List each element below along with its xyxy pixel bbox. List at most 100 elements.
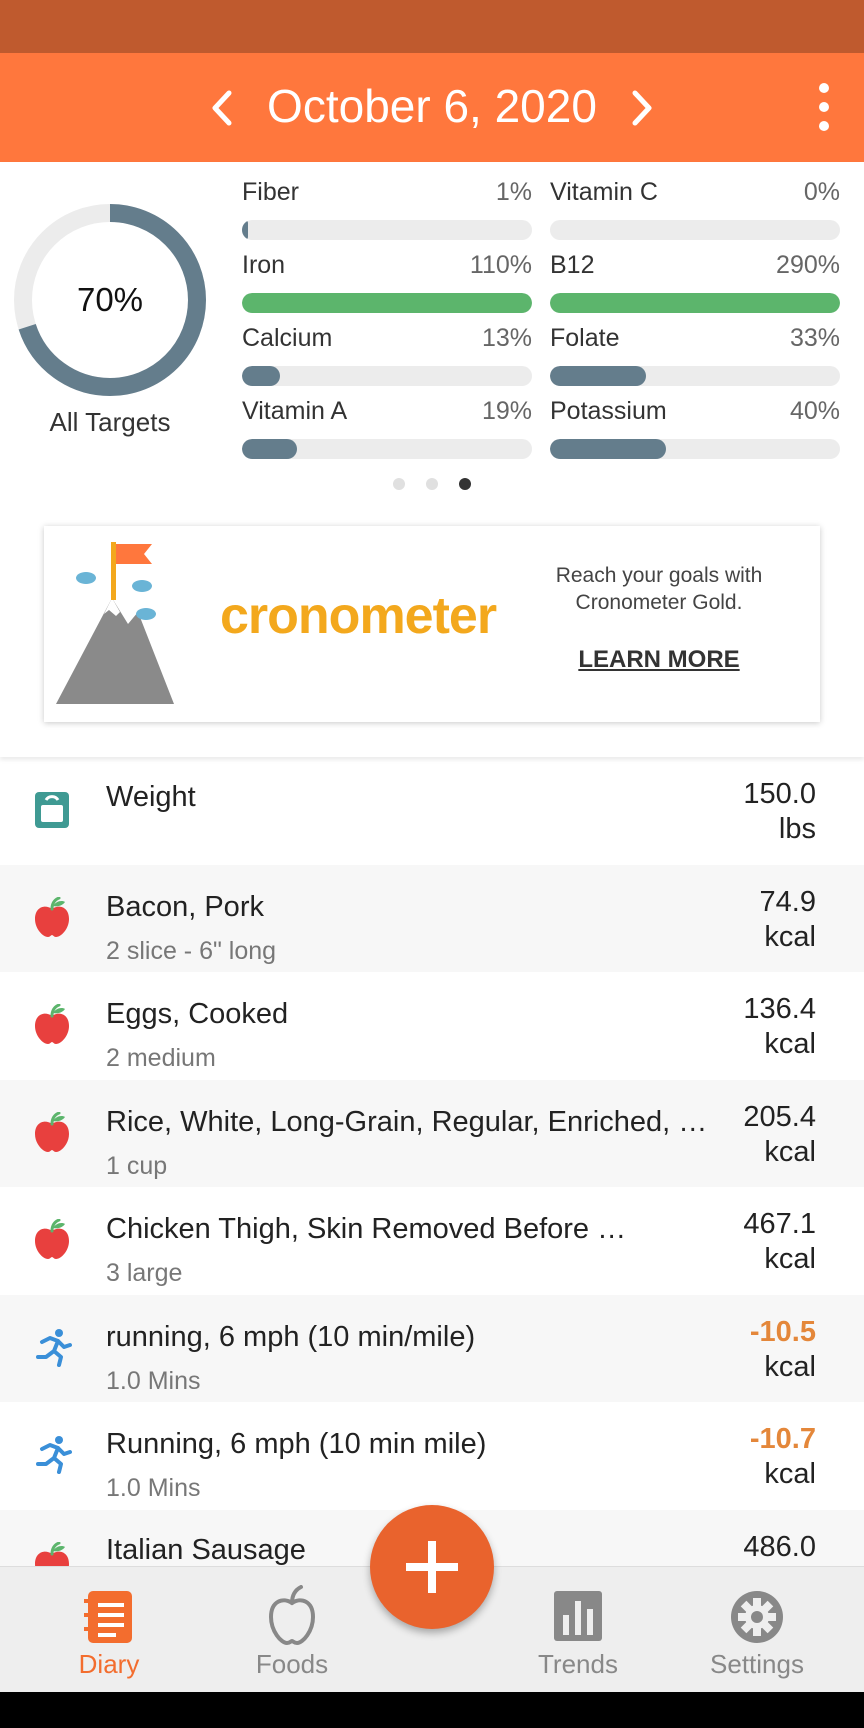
entry-number: -10.5 — [749, 1315, 816, 1348]
nutrient-percent: 13% — [481, 324, 532, 352]
entry-unit: kcal — [764, 1350, 816, 1383]
nutrient-b12: B12 290% — [550, 251, 840, 323]
runner-icon — [32, 1434, 72, 1474]
targets-percent: 70% — [76, 281, 144, 318]
entry-number: 74.9 — [759, 885, 816, 918]
nutrient-calcium: Calcium 13% — [242, 324, 532, 396]
entry-amount: 3 large — [106, 1259, 183, 1287]
add-entry-button[interactable] — [370, 1505, 494, 1629]
nutrient-bar — [550, 439, 840, 459]
apple-icon — [32, 896, 72, 937]
ad-tagline: Reach your goals with Cronometer Gold. — [555, 564, 763, 614]
nutrient-percent: 33% — [789, 324, 840, 352]
more-vertical-icon[interactable] — [812, 83, 836, 131]
entry-amount: 1.0 Mins — [106, 1366, 201, 1395]
entry-value: -10.5 kcal — [750, 1315, 816, 1385]
nutrient-bar — [550, 366, 840, 386]
previous-day-button[interactable] — [192, 53, 252, 162]
entry-number: 136.4 — [743, 993, 816, 1025]
nutrient-percent: 110% — [469, 251, 532, 279]
nutrient-name: B12 — [550, 251, 595, 279]
entry-title: Rice, White, Long-Grain, Regular, Enrich… — [106, 1105, 706, 1138]
entry-value: 467.1 kcal — [743, 1207, 816, 1277]
chevron-left-icon — [212, 90, 232, 125]
nutrient-name: Calcium — [242, 324, 333, 352]
entry-title: running, 6 mph (10 min/mile) — [106, 1320, 476, 1353]
nutrient-bar-fill — [550, 439, 666, 459]
nutrient-bar-fill — [242, 220, 248, 240]
nutrient-bar-fill — [550, 366, 646, 386]
mountain-flag-illustration — [56, 542, 174, 704]
nutrient-percent: 19% — [481, 397, 532, 425]
entry-unit: kcal — [764, 1028, 816, 1060]
nutrient-percent: 40% — [789, 397, 840, 425]
next-day-button[interactable] — [612, 53, 672, 162]
nutrient-vitamin-a: Vitamin A 19% — [242, 397, 532, 469]
nutrient-bar — [242, 366, 532, 386]
exercise-row[interactable]: running, 6 mph (10 min/mile) 1.0 Mins -10.… — [0, 1294, 864, 1402]
entry-title: Bacon, Pork — [106, 890, 264, 923]
nutrient-bar-fill — [242, 366, 280, 386]
apple-icon — [32, 1111, 72, 1152]
entry-number: -10.7 — [749, 1423, 816, 1455]
entry-unit: kcal — [764, 1243, 816, 1275]
weight-row[interactable]: Weight 150.0 lbs — [0, 757, 864, 864]
all-targets-label: All Targets — [49, 407, 171, 437]
nutrient-name: Iron — [242, 251, 286, 279]
entry-amount: 1 cup — [106, 1151, 168, 1180]
nutrient-fiber: Fiber 1% — [242, 178, 532, 250]
runner-icon — [32, 1327, 72, 1367]
page-dot — [393, 478, 405, 490]
entry-value: -10.7 kcal — [750, 1422, 816, 1492]
cronometer-gold-ad[interactable]: cronometer Reach your goals with Cronome… — [44, 526, 820, 722]
nutrient-percent: 1% — [495, 178, 532, 206]
food-row[interactable]: Eggs, Cooked 2 medium 136.4 kcal — [0, 972, 864, 1079]
learn-more-link[interactable]: LEARN MORE — [544, 646, 774, 674]
diary-icon — [84, 1591, 132, 1643]
entry-number: 467.1 — [743, 1208, 816, 1240]
entry-title: Chicken Thigh, Skin Removed Before … — [106, 1213, 627, 1245]
plus-icon — [406, 1541, 458, 1593]
nutrient-bar — [242, 293, 532, 313]
nutrient-bar — [242, 439, 532, 459]
entry-amount: 1.0 Mins — [106, 1474, 201, 1502]
entry-value: 74.9 kcal — [760, 885, 816, 955]
bar-chart-icon — [554, 1591, 602, 1641]
food-row[interactable]: Bacon, Pork 2 slice - 6" long 74.9 kcal — [0, 864, 864, 972]
nutrient-potassium: Potassium 40% — [550, 397, 840, 469]
nutrient-folate: Folate 33% — [550, 324, 840, 396]
food-row[interactable]: Chicken Thigh, Skin Removed Before … 3 la… — [0, 1187, 864, 1294]
nutrient-name: Folate — [550, 324, 620, 352]
tab-label: Trends — [538, 1649, 618, 1679]
tab-label: Settings — [710, 1649, 804, 1679]
entry-title: Eggs, Cooked — [106, 998, 289, 1030]
food-row[interactable]: Rice, White, Long-Grain, Regular, Enrich… — [0, 1079, 864, 1187]
nutrient-name: Vitamin A — [242, 397, 348, 425]
nutrient-bar-fill — [242, 293, 532, 313]
system-navigation-bar — [0, 1692, 864, 1728]
entry-unit: lbs — [778, 813, 816, 845]
tab-label: Diary — [78, 1649, 140, 1679]
entry-title: Weight — [106, 781, 196, 813]
tab-foods[interactable]: Foods — [207, 1567, 377, 1693]
entry-value: 150.0 lbs — [743, 777, 816, 847]
nutrient-bar-fill — [550, 293, 840, 313]
chevron-right-icon — [632, 90, 652, 125]
scale-icon — [32, 789, 72, 829]
exercise-row[interactable]: Running, 6 mph (10 min mile) 1.0 Mins -10.… — [0, 1402, 864, 1509]
nutrient-bar-fill — [242, 439, 298, 459]
nutrient-vitamin-c: Vitamin C 0% — [550, 178, 840, 250]
cronometer-logo: cronometer — [220, 587, 497, 645]
nutrient-percent: 290% — [776, 251, 840, 279]
entry-value: 205.4 kcal — [743, 1100, 816, 1170]
entry-title: Running, 6 mph (10 min mile) — [106, 1428, 487, 1460]
nutrition-summary[interactable]: 70% All Targets Fiber 1% Vitamin C 0% Iron 11… — [0, 162, 864, 757]
entry-amount: 2 medium — [106, 1044, 216, 1072]
tab-trends[interactable]: Trends — [493, 1567, 663, 1693]
tab-diary[interactable]: Diary — [24, 1567, 194, 1693]
tab-settings[interactable]: Settings — [672, 1567, 842, 1693]
entry-title: Italian Sausage — [106, 1533, 306, 1566]
page-indicator — [0, 478, 864, 490]
entry-number: 486.0 — [743, 1530, 816, 1563]
nutrient-bar — [550, 293, 840, 313]
